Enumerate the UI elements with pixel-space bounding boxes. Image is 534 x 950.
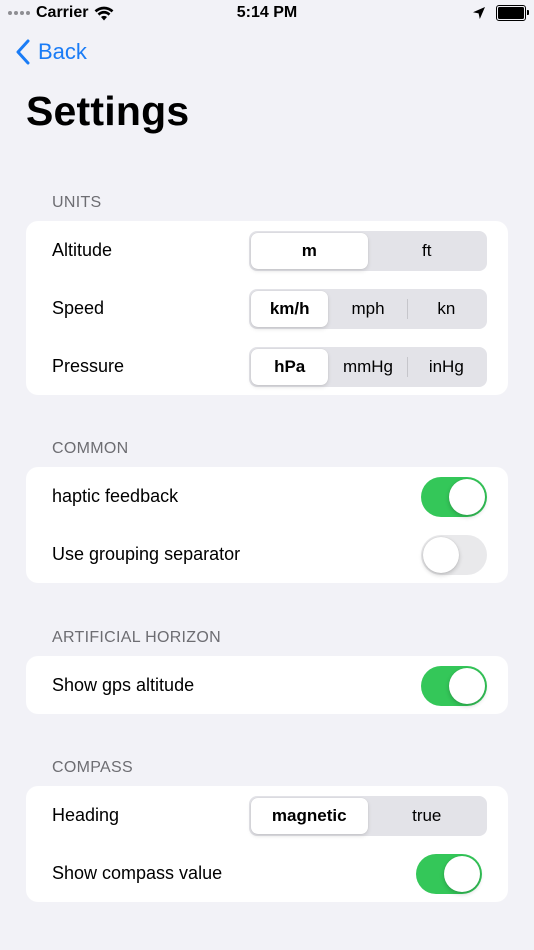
- altitude-option-m[interactable]: m: [251, 233, 368, 269]
- heading-option-true[interactable]: true: [369, 798, 486, 834]
- section-header-artificial-horizon: ARTIFICIAL HORIZON: [52, 629, 221, 646]
- back-button[interactable]: Back: [16, 39, 87, 65]
- back-button-label: Back: [38, 39, 87, 64]
- altitude-row: Altitude m ft: [26, 221, 508, 279]
- compass-value-label: Show compass value: [52, 863, 223, 883]
- speed-row: Speed km/h mph kn: [26, 279, 508, 337]
- grouping-separator-label: Use grouping separator: [52, 544, 241, 564]
- haptic-feedback-label: haptic feedback: [52, 486, 179, 506]
- pressure-label: Pressure: [52, 356, 125, 376]
- units-group: Altitude m ft Speed km/h mph kn Pressure…: [26, 221, 508, 395]
- compass-value-row: Show compass value: [26, 844, 508, 902]
- section-header-units: UNITS: [52, 194, 102, 211]
- speed-option-kmh[interactable]: km/h: [251, 291, 329, 327]
- pressure-option-mmhg[interactable]: mmHg: [329, 349, 406, 385]
- gps-altitude-toggle[interactable]: [421, 666, 487, 706]
- heading-label: Heading: [52, 805, 120, 825]
- heading-row: Heading magnetic true: [26, 786, 508, 844]
- pressure-option-hpa[interactable]: hPa: [251, 349, 329, 385]
- gps-altitude-row: Show gps altitude: [26, 656, 508, 714]
- heading-option-magnetic[interactable]: magnetic: [251, 798, 368, 834]
- haptic-feedback-toggle[interactable]: [421, 477, 487, 517]
- location-arrow-icon: [473, 7, 485, 19]
- pressure-row: Pressure hPa mmHg inHg: [26, 337, 508, 395]
- status-time: 5:14 PM: [236, 4, 298, 21]
- battery-icon: [496, 5, 529, 21]
- status-bar: Carrier 5:14 PM: [0, 0, 534, 28]
- pressure-segmented-control: hPa mmHg inHg: [249, 347, 487, 387]
- chevron-left-icon: [16, 39, 30, 65]
- speed-segmented-control: km/h mph kn: [249, 289, 487, 329]
- gps-altitude-label: Show gps altitude: [52, 675, 195, 695]
- artificial-horizon-group: Show gps altitude: [26, 656, 508, 714]
- section-header-compass: COMPASS: [52, 759, 133, 776]
- speed-option-kn[interactable]: kn: [408, 291, 485, 327]
- grouping-separator-row: Use grouping separator: [26, 525, 508, 583]
- status-right: [472, 5, 529, 21]
- pressure-option-inhg[interactable]: inHg: [408, 349, 485, 385]
- speed-option-mph[interactable]: mph: [329, 291, 406, 327]
- section-header-common: COMMON: [52, 440, 129, 457]
- compass-group: Heading magnetic true Show compass value: [26, 786, 508, 902]
- altitude-segmented-control: m ft: [249, 231, 487, 271]
- heading-segmented-control: magnetic true: [249, 796, 487, 836]
- grouping-separator-toggle[interactable]: [421, 535, 487, 575]
- speed-label: Speed: [52, 298, 105, 318]
- altitude-label: Altitude: [52, 240, 113, 260]
- page-title: Settings: [26, 88, 190, 134]
- haptic-feedback-row: haptic feedback: [26, 467, 508, 525]
- altitude-option-ft[interactable]: ft: [369, 233, 486, 269]
- common-group: haptic feedback Use grouping separator: [26, 467, 508, 583]
- compass-value-toggle[interactable]: [416, 854, 482, 894]
